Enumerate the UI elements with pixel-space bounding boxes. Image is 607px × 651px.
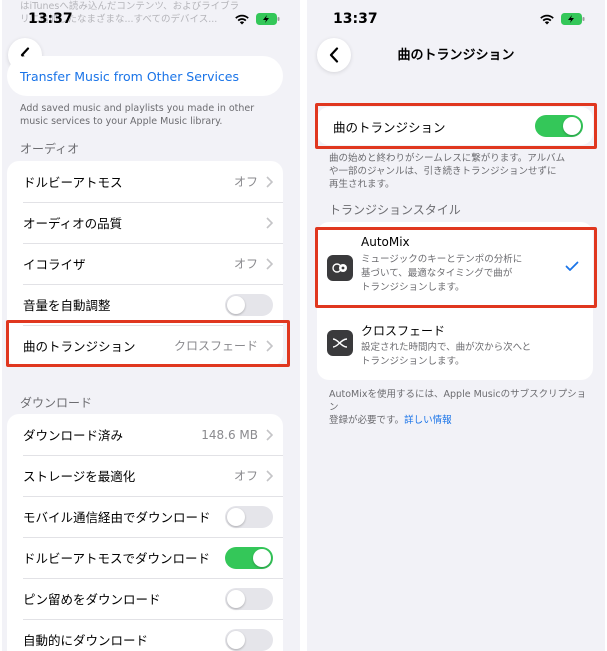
style-desc-line: トランジションします。 [361,282,465,293]
transfer-desc-line: Add saved music and playlists you made i… [20,103,255,114]
transition-style-section-title: トランジションスタイル [329,203,461,217]
row-downloaded[interactable]: ダウンロード済み 148.6 MB [7,414,283,455]
style-title-crossfade: クロスフェード [361,324,446,338]
style-option-automix[interactable]: AutoMix ミュージックのキーとテンポの分析に 基づいて、最適なタイミングで… [317,222,593,306]
style-desc-line: 設定された時間内で、曲が次から次へと [361,342,532,353]
row-sound-check: 音量を自動調整 [7,284,283,325]
row-download-pinned: ピン留めをダウンロード [7,578,283,619]
row-value: オフ [233,469,258,483]
right-screen-song-transition: 13:37 曲のトランジション 曲のトランジション 曲の始めと終わりがシームレス… [307,0,605,651]
battery-charging-icon [256,13,280,25]
row-value: クロスフェード [173,339,258,353]
row-label: 自動的にダウンロード [23,633,149,648]
row-label: 曲のトランジション [23,339,136,354]
transfer-music-link[interactable]: Transfer Music from Other Services [20,69,239,84]
footer-text: 登録が必要です。 [329,415,405,426]
automix-footer: AutoMixを使用するには、Apple Musicのサブスクリプション 登録が… [329,388,591,427]
sound-check-toggle[interactable] [225,293,273,316]
toggle-knob [227,295,245,314]
auto-download-toggle[interactable] [225,628,273,651]
row-song-transition[interactable]: 曲のトランジション クロスフェード [7,325,283,366]
row-cellular-download: モバイル通信経由でダウンロード [7,496,283,537]
style-desc-line: ミュージックのキーとテンポの分析に [361,254,523,265]
toggle-knob [563,117,581,135]
status-bar: 13:37 [2,0,300,36]
dolby-download-toggle[interactable] [225,546,273,569]
row-label: イコライザ [23,257,86,272]
style-desc-line: 基づいて、最適なタイミングで曲が [361,268,513,279]
row-label: 音量を自動調整 [23,298,111,313]
download-pinned-toggle[interactable] [225,587,273,610]
row-label: ストレージを最適化 [23,469,136,484]
chevron-right-icon [266,339,273,352]
wifi-icon [235,14,249,25]
row-value: オフ [233,175,258,189]
automix-icon [327,255,353,281]
row-label: ドルビーアトモス [23,175,123,190]
checkmark-icon [565,261,579,271]
style-title-automix: AutoMix [361,235,410,249]
audio-settings-card: ドルビーアトモス オフ オーディオの品質 イコライザ オフ 音量を自動調整 曲の… [7,161,283,366]
row-song-transition-toggle: 曲のトランジション [317,107,593,145]
row-label: ピン留めをダウンロード [23,592,161,607]
transfer-desc-line: music services to your Apple Music libra… [20,116,223,127]
chevron-right-icon [266,257,273,270]
toggle-knob [227,507,245,526]
style-desc-automix: ミュージックのキーとテンポの分析に 基づいて、最適なタイミングで曲が トランジシ… [361,253,559,295]
status-time: 13:37 [333,11,378,27]
transfer-music-button[interactable]: Transfer Music from Other Services [7,56,283,96]
footer-line: 登録が必要です。詳しい情報 [329,414,591,427]
row-dolby-download: ドルビーアトモスでダウンロード [7,537,283,578]
download-settings-card: ダウンロード済み 148.6 MB ストレージを最適化 オフ モバイル通信経由で… [7,414,283,651]
transition-desc-line: や一部のジャンルは、引き続きトランジションせずに [329,166,557,177]
row-label: 曲のトランジション [333,119,446,135]
song-transition-toggle[interactable] [535,115,583,137]
transition-toggle-card: 曲のトランジション [317,107,593,145]
battery-charging-icon [561,13,585,25]
toggle-knob [227,630,245,649]
toggle-knob [253,548,271,567]
footer-line: AutoMixを使用するには、Apple Musicのサブスクリプション [329,389,587,413]
status-time: 13:37 [28,11,73,27]
page-title: 曲のトランジション [397,48,515,63]
transition-desc-line: 再生されます。 [329,179,395,190]
row-label: ドルビーアトモスでダウンロード [23,551,211,566]
transition-desc-line: 曲の始めと終わりがシームレスに繋がります。アルバム [329,153,566,164]
row-value: オフ [233,257,258,271]
row-auto-download: 自動的にダウンロード [7,619,283,651]
toggle-knob [227,589,245,608]
audio-section-title: オーディオ [20,142,80,156]
style-desc-crossfade: 設定された時間内で、曲が次から次へと トランジションします。 [361,341,559,369]
transition-style-card: AutoMix ミュージックのキーとテンポの分析に 基づいて、最適なタイミングで… [317,222,593,380]
row-equalizer[interactable]: イコライザ オフ [7,243,283,284]
style-desc-line: トランジションします。 [361,356,465,367]
download-section-title: ダウンロード [20,396,93,410]
wifi-icon [540,14,554,25]
chevron-right-icon [266,469,273,482]
chevron-right-icon [266,428,273,441]
row-audio-quality[interactable]: オーディオの品質 [7,202,283,243]
row-label: オーディオの品質 [23,216,123,231]
style-option-crossfade[interactable]: クロスフェード 設定された時間内で、曲が次から次へと トランジションします。 [317,307,593,380]
status-bar: 13:37 [307,0,605,36]
crossfade-icon [327,330,353,356]
row-dolby-atmos[interactable]: ドルビーアトモス オフ [7,161,283,202]
row-optimize-storage[interactable]: ストレージを最適化 オフ [7,455,283,496]
cellular-download-toggle[interactable] [225,505,273,528]
chevron-right-icon [266,216,273,229]
row-value: 148.6 MB [201,427,258,442]
learn-more-link[interactable]: 詳しい情報 [404,415,452,426]
transfer-description: Add saved music and playlists you made i… [20,102,280,128]
transition-description: 曲の始めと終わりがシームレスに繋がります。アルバム や一部のジャンルは、引き続き… [329,152,589,191]
row-label: ダウンロード済み [23,428,124,443]
row-label: モバイル通信経由でダウンロード [23,510,211,525]
left-screen-settings: はiTunesへ読み込んだコンテンツ、およびライブラ リに追加したなまざまな..… [2,0,300,651]
chevron-right-icon [266,175,273,188]
